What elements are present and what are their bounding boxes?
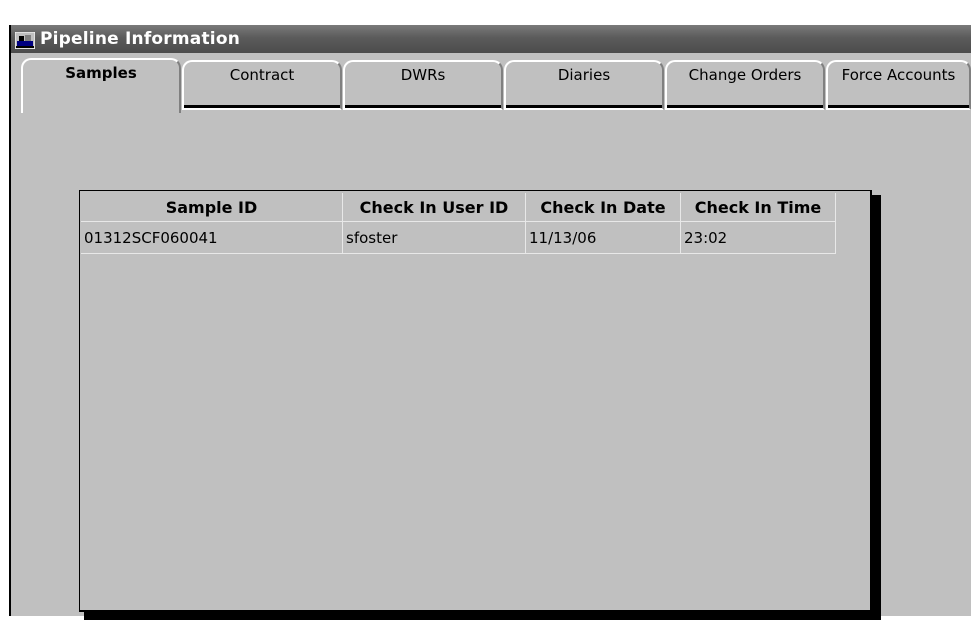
tab-dwrs[interactable]: DWRs — [343, 60, 503, 110]
tab-label: Samples — [65, 64, 137, 82]
pipeline-information-window: Pipeline Information Samples Contract DW… — [9, 25, 971, 620]
samples-table: Sample ID Check In User ID Check In Date… — [81, 193, 836, 254]
tab-label: Diaries — [557, 66, 611, 84]
tab-change-orders[interactable]: Change Orders — [665, 60, 825, 110]
column-header-sample-id[interactable]: Sample ID — [81, 193, 343, 222]
table-row[interactable]: 01312SCF060041 sfoster 11/13/06 23:02 — [81, 221, 836, 254]
cell-check-in-time[interactable]: 23:02 — [680, 221, 836, 254]
column-header-check-in-user-id[interactable]: Check In User ID — [342, 193, 526, 222]
cell-check-in-user-id[interactable]: sfoster — [342, 221, 526, 254]
tab-diaries[interactable]: Diaries — [504, 60, 664, 110]
app-window-icon — [14, 30, 36, 50]
title-bar[interactable]: Pipeline Information — [11, 25, 971, 53]
tab-label: Contract — [229, 66, 295, 84]
tab-samples[interactable]: Samples — [21, 58, 181, 113]
tab-label: Force Accounts — [841, 66, 956, 84]
column-header-check-in-date[interactable]: Check In Date — [525, 193, 681, 222]
cell-sample-id[interactable]: 01312SCF060041 — [81, 221, 343, 254]
column-header-check-in-time[interactable]: Check In Time — [680, 193, 836, 222]
table-header-row: Sample ID Check In User ID Check In Date… — [81, 193, 836, 222]
tab-contract[interactable]: Contract — [182, 60, 342, 110]
tab-strip: Samples Contract DWRs Diaries Change Ord… — [11, 53, 971, 139]
tab-force-accounts[interactable]: Force Accounts — [826, 60, 971, 110]
window-title: Pipeline Information — [40, 29, 240, 49]
cell-check-in-date[interactable]: 11/13/06 — [525, 221, 681, 254]
tab-label: Change Orders — [688, 66, 802, 84]
samples-grid[interactable]: Sample ID Check In User ID Check In Date… — [79, 190, 872, 612]
tab-label: DWRs — [400, 66, 446, 84]
